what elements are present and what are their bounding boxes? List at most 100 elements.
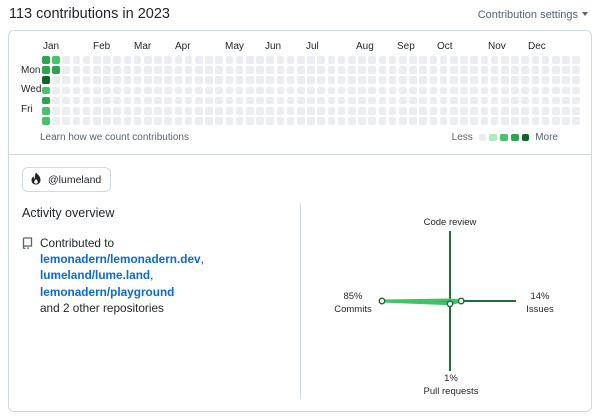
repo-link-lemonadern-dev[interactable]: lemonadern/lemonadern.dev [40, 252, 201, 266]
contribution-day-cell[interactable] [552, 76, 560, 85]
contribution-day-cell[interactable] [439, 86, 448, 95]
contribution-day-cell[interactable] [358, 96, 366, 105]
contribution-day-cell[interactable] [164, 76, 173, 85]
contribution-day-cell[interactable] [205, 86, 213, 95]
contribution-day-cell[interactable] [286, 56, 295, 64]
contribution-day-cell[interactable] [42, 56, 50, 64]
contribution-day-cell[interactable] [113, 56, 122, 64]
contribution-day-cell[interactable] [368, 96, 377, 105]
contribution-day-cell[interactable] [52, 107, 60, 115]
contribution-day-cell[interactable] [317, 76, 326, 85]
contribution-day-cell[interactable] [195, 117, 203, 125]
contribution-day-cell[interactable] [368, 56, 377, 64]
contribution-day-cell[interactable] [490, 56, 499, 64]
contribution-day-cell[interactable] [327, 107, 336, 115]
contribution-day-cell[interactable] [460, 76, 468, 85]
contribution-day-cell[interactable] [133, 56, 142, 64]
contribution-day-cell[interactable] [62, 56, 71, 64]
contribution-day-cell[interactable] [378, 107, 387, 115]
contribution-day-cell[interactable] [501, 86, 509, 95]
contribution-day-cell[interactable] [470, 86, 479, 95]
contribution-day-cell[interactable] [562, 86, 570, 95]
contribution-day-cell[interactable] [123, 56, 132, 64]
contribution-day-cell[interactable] [490, 86, 499, 95]
contribution-day-cell[interactable] [133, 96, 142, 105]
contribution-day-cell[interactable] [82, 107, 91, 115]
contribution-day-cell[interactable] [225, 107, 234, 115]
contribution-day-cell[interactable] [541, 107, 550, 115]
contribution-day-cell[interactable] [399, 66, 407, 74]
contribution-day-cell[interactable] [541, 86, 550, 95]
contribution-day-cell[interactable] [225, 76, 234, 85]
repo-link-lume-land[interactable]: lumeland/lume.land [40, 268, 150, 282]
contribution-day-cell[interactable] [123, 96, 132, 105]
contribution-day-cell[interactable] [235, 66, 244, 74]
contribution-day-cell[interactable] [541, 117, 550, 125]
contribution-day-cell[interactable] [511, 76, 519, 85]
contribution-day-cell[interactable] [327, 66, 336, 74]
contribution-day-cell[interactable] [256, 76, 264, 85]
contribution-day-cell[interactable] [307, 76, 315, 85]
contribution-day-cell[interactable] [521, 117, 530, 125]
contribution-day-cell[interactable] [276, 56, 285, 64]
contribution-day-cell[interactable] [52, 117, 60, 125]
contribution-day-cell[interactable] [174, 76, 183, 85]
contribution-day-cell[interactable] [184, 117, 193, 125]
contribution-day-cell[interactable] [501, 66, 509, 74]
contribution-day-cell[interactable] [62, 66, 71, 74]
contribution-day-cell[interactable] [72, 107, 81, 115]
contribution-day-cell[interactable] [531, 107, 540, 115]
contribution-day-cell[interactable] [439, 66, 448, 74]
contribution-day-cell[interactable] [113, 96, 122, 105]
contribution-day-cell[interactable] [93, 117, 101, 125]
contribution-day-cell[interactable] [490, 107, 499, 115]
contribution-day-cell[interactable] [450, 66, 458, 74]
contribution-day-cell[interactable] [72, 86, 81, 95]
contribution-day-cell[interactable] [388, 76, 397, 85]
contribution-day-cell[interactable] [93, 66, 101, 74]
contribution-day-cell[interactable] [562, 96, 570, 105]
contribution-day-cell[interactable] [470, 56, 479, 64]
contribution-day-cell[interactable] [266, 56, 275, 64]
contribution-day-cell[interactable] [511, 66, 519, 74]
contribution-day-cell[interactable] [450, 107, 458, 115]
contribution-day-cell[interactable] [327, 76, 336, 85]
contribution-day-cell[interactable] [256, 117, 264, 125]
contribution-day-cell[interactable] [439, 96, 448, 105]
contribution-day-cell[interactable] [490, 66, 499, 74]
contribution-day-cell[interactable] [521, 66, 530, 74]
contribution-day-cell[interactable] [429, 107, 438, 115]
contribution-day-cell[interactable] [164, 117, 173, 125]
contribution-day-cell[interactable] [572, 96, 581, 105]
contribution-day-cell[interactable] [501, 96, 509, 105]
contribution-day-cell[interactable] [297, 56, 305, 64]
contribution-day-cell[interactable] [470, 107, 479, 115]
contribution-day-cell[interactable] [470, 66, 479, 74]
contribution-day-cell[interactable] [399, 56, 407, 64]
contribution-day-cell[interactable] [235, 86, 244, 95]
contribution-day-cell[interactable] [368, 117, 377, 125]
contribution-day-cell[interactable] [521, 86, 530, 95]
contribution-day-cell[interactable] [286, 96, 295, 105]
contribution-day-cell[interactable] [164, 86, 173, 95]
contribution-day-cell[interactable] [246, 96, 254, 105]
contribution-day-cell[interactable] [195, 66, 203, 74]
contribution-day-cell[interactable] [286, 107, 295, 115]
contribution-day-cell[interactable] [82, 56, 91, 64]
contribution-day-cell[interactable] [42, 86, 50, 95]
contribution-day-cell[interactable] [378, 96, 387, 105]
contribution-day-cell[interactable] [552, 86, 560, 95]
contribution-day-cell[interactable] [358, 56, 366, 64]
contribution-day-cell[interactable] [286, 86, 295, 95]
contribution-day-cell[interactable] [511, 56, 519, 64]
contribution-day-cell[interactable] [450, 96, 458, 105]
contribution-day-cell[interactable] [429, 117, 438, 125]
contribution-day-cell[interactable] [72, 96, 81, 105]
contribution-day-cell[interactable] [399, 76, 407, 85]
contribution-day-cell[interactable] [144, 117, 152, 125]
contribution-day-cell[interactable] [93, 96, 101, 105]
contribution-day-cell[interactable] [103, 117, 111, 125]
contribution-day-cell[interactable] [501, 117, 509, 125]
contribution-day-cell[interactable] [317, 86, 326, 95]
contribution-day-cell[interactable] [409, 56, 417, 64]
